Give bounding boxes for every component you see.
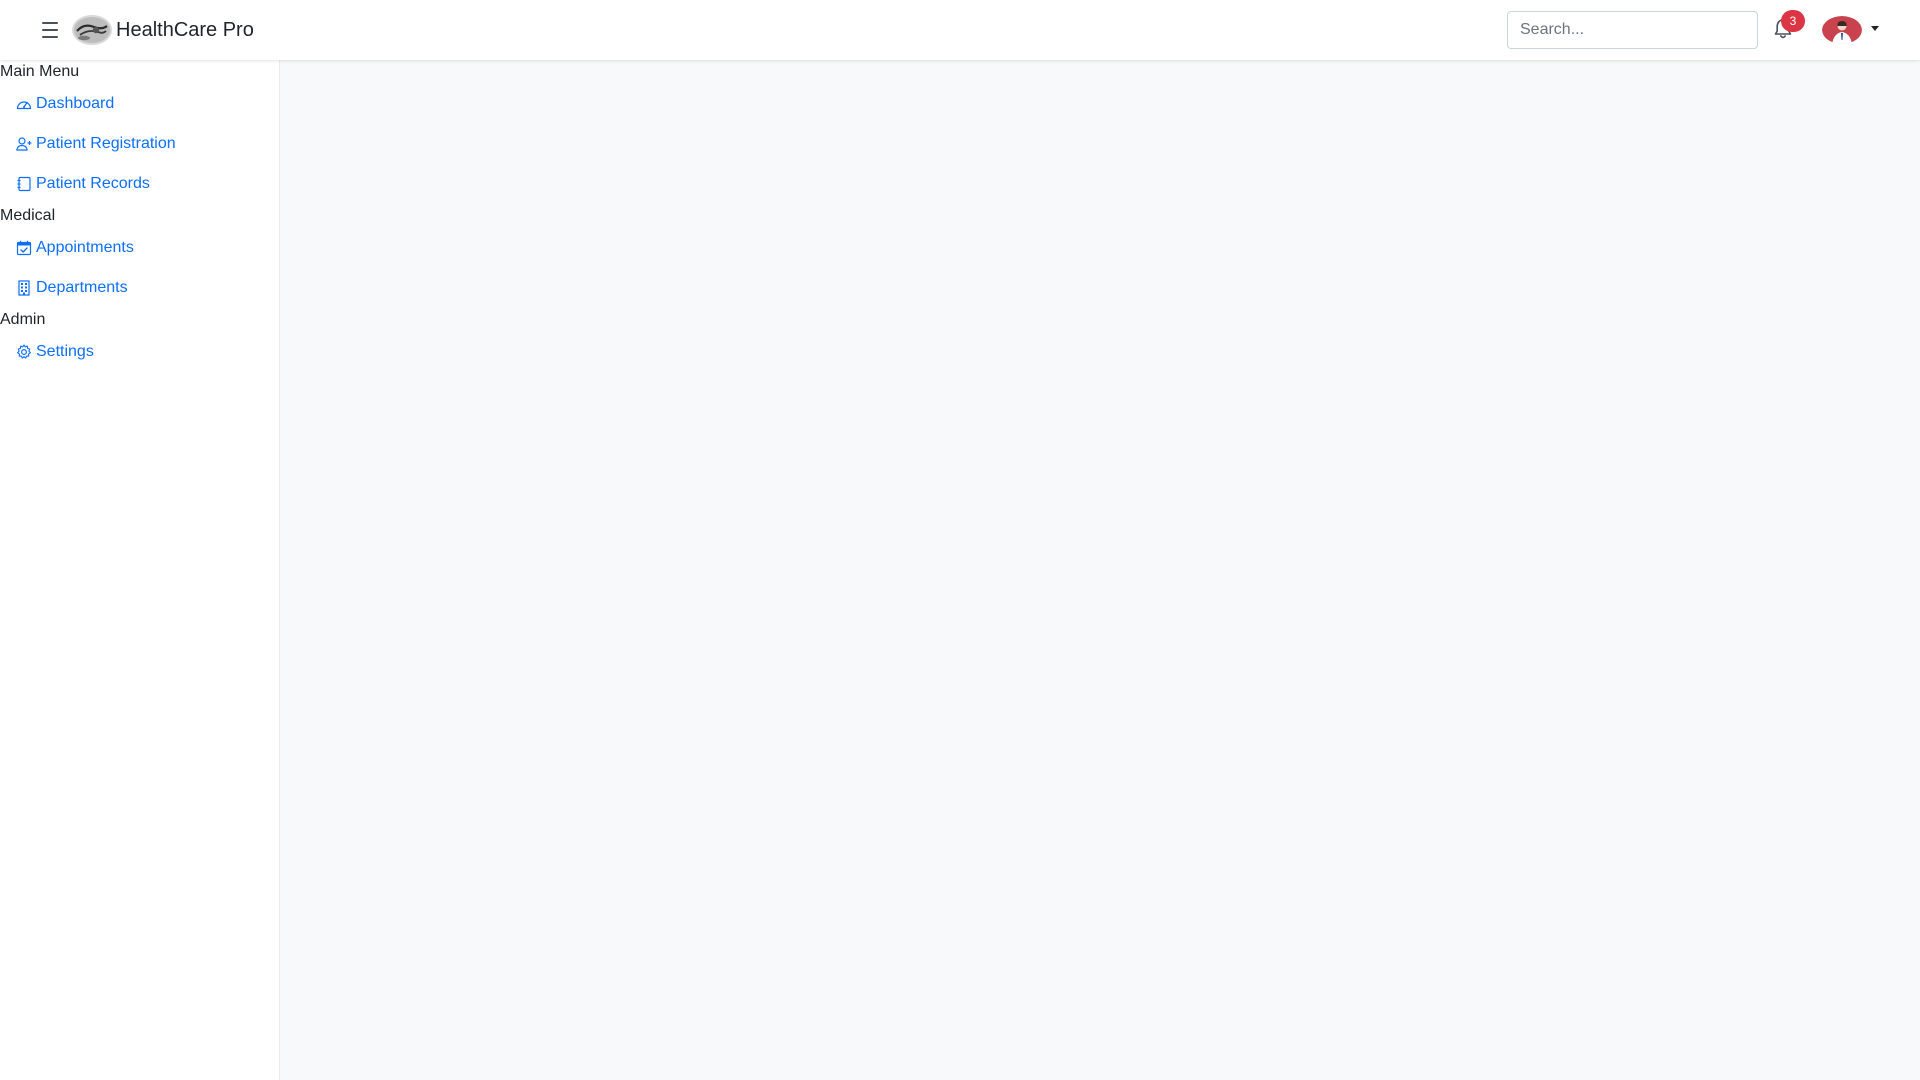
stethoscope-logo-icon bbox=[72, 15, 112, 45]
sidebar-item-label: Settings bbox=[36, 343, 94, 360]
building-icon bbox=[18, 280, 30, 296]
sidebar-item-departments[interactable]: Departments bbox=[16, 277, 128, 299]
brand-name: HealthCare Pro bbox=[116, 19, 254, 41]
sidebar-item-patient-records[interactable]: Patient Records bbox=[16, 173, 150, 195]
person-plus-icon bbox=[16, 137, 32, 151]
section-title-medical: Medical bbox=[0, 207, 56, 224]
sidebar-item-settings[interactable]: Settings bbox=[16, 341, 94, 363]
sidebar-item-label: Appointments bbox=[36, 239, 134, 256]
sidebar-item-label: Dashboard bbox=[36, 95, 115, 112]
user-menu-dropdown[interactable] bbox=[1822, 16, 1879, 44]
sidebar-item-patient-registration[interactable]: Patient Registration bbox=[16, 133, 176, 155]
calendar-check-icon bbox=[16, 240, 32, 256]
chevron-down-icon bbox=[1871, 25, 1879, 31]
hamburger-menu-icon[interactable] bbox=[38, 19, 62, 41]
section-title-admin: Admin bbox=[0, 311, 46, 328]
search-input[interactable] bbox=[1507, 11, 1758, 49]
top-navbar: HealthCare Pro 3 bbox=[0, 0, 1920, 60]
sidebar-item-label: Patient Registration bbox=[36, 135, 176, 152]
section-title-main-menu: Main Menu bbox=[0, 63, 80, 80]
sidebar-item-dashboard[interactable]: Dashboard bbox=[16, 93, 114, 115]
sidebar-item-label: Patient Records bbox=[36, 175, 150, 192]
main-content-area bbox=[280, 60, 1920, 1080]
sidebar: Main Menu Dashboard Patient Registration… bbox=[0, 60, 280, 1080]
speedometer-icon bbox=[16, 101, 32, 110]
avatar bbox=[1822, 16, 1862, 44]
gear-icon bbox=[17, 344, 31, 359]
journal-icon bbox=[17, 176, 31, 192]
notification-count-badge: 3 bbox=[1781, 10, 1805, 32]
brand[interactable]: HealthCare Pro bbox=[72, 15, 254, 45]
sidebar-item-appointments[interactable]: Appointments bbox=[16, 237, 134, 259]
sidebar-item-label: Departments bbox=[36, 279, 128, 296]
